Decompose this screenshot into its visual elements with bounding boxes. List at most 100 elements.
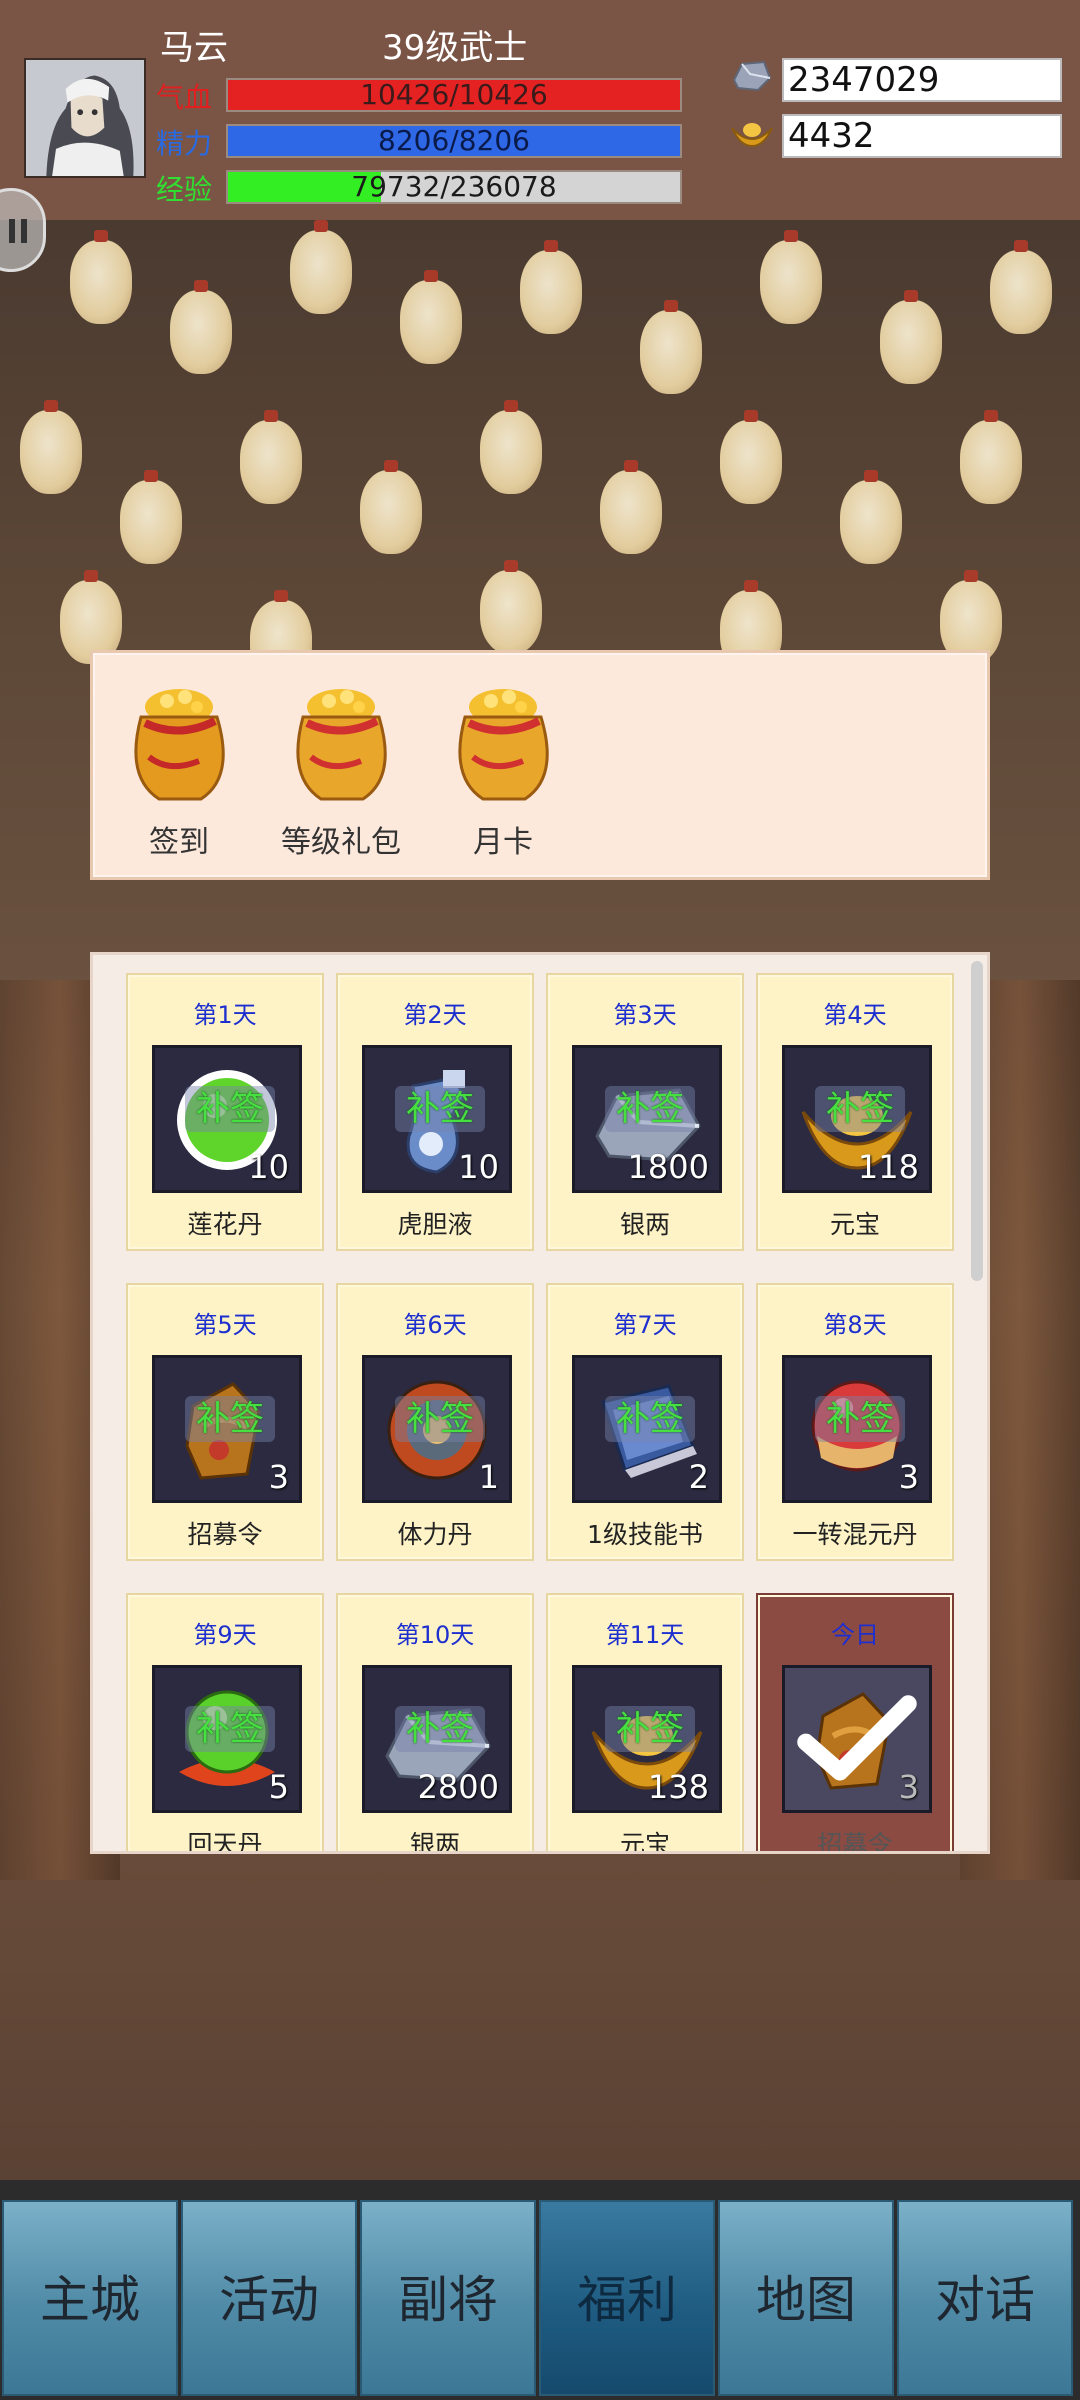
makeup-signin-badge[interactable]: 补签	[185, 1706, 275, 1752]
item-quantity: 1	[478, 1458, 499, 1496]
item-name: 莲花丹	[187, 1210, 263, 1239]
signin-day-5[interactable]: 第5天 补签 3 招募令	[126, 1283, 324, 1561]
nav-deputy[interactable]: 副将	[360, 2200, 536, 2396]
nav-main-city[interactable]: 主城	[2, 2200, 178, 2396]
day-label: 第1天	[193, 1001, 257, 1029]
item-frame: 补签 10	[362, 1045, 512, 1193]
silver-ingot-icon	[732, 60, 772, 92]
nav-activity[interactable]: 活动	[181, 2200, 357, 2396]
item-name: 虎胆液	[397, 1210, 473, 1239]
day-label: 第8天	[823, 1311, 887, 1339]
item-frame: 补签 5	[152, 1665, 302, 1813]
warrior-portrait-icon	[27, 60, 143, 176]
item-frame: 补签 3	[782, 1355, 932, 1503]
makeup-signin-badge[interactable]: 补签	[605, 1706, 695, 1752]
item-name: 招募令	[187, 1520, 263, 1549]
makeup-signin-badge[interactable]: 补签	[395, 1086, 485, 1132]
item-quantity: 118	[857, 1148, 919, 1186]
item-name: 一转混元丹	[792, 1520, 918, 1549]
item-quantity: 2800	[417, 1768, 499, 1806]
item-name: 体力丹	[397, 1520, 473, 1549]
tab-level-gift[interactable]: 等级礼包	[271, 677, 411, 861]
makeup-signin-badge[interactable]: 补签	[605, 1396, 695, 1442]
makeup-signin-badge[interactable]: 补签	[185, 1396, 275, 1442]
signin-day-today[interactable]: 今日 3 招募令	[756, 1593, 954, 1854]
item-frame: 补签 2800	[362, 1665, 512, 1813]
signin-day-1[interactable]: 第1天补签 10 莲花丹	[126, 973, 324, 1251]
item-quantity: 138	[647, 1768, 709, 1806]
tab-level-gift-label: 等级礼包	[281, 825, 401, 860]
tab-signin-label: 签到	[149, 825, 209, 860]
player-header: 马云 39级武士 气血 10426/10426 精力 8206/8206 经验 …	[0, 0, 1080, 220]
item-frame: 补签 3	[152, 1355, 302, 1503]
hp-label: 气血	[156, 81, 213, 114]
calendar-scrollbar[interactable]	[971, 961, 983, 1281]
gold-yuanbao-icon	[731, 123, 773, 148]
makeup-signin-badge[interactable]: 补签	[605, 1086, 695, 1132]
day-label: 今日	[831, 1621, 879, 1649]
signin-day-9[interactable]: 第9天 补签 5 回天丹	[126, 1593, 324, 1854]
signin-day-7[interactable]: 第7天 补签 2 1级技能书	[546, 1283, 744, 1561]
gold-amount: 4432	[782, 114, 1062, 158]
item-quantity: 1800	[627, 1148, 709, 1186]
signin-day-11[interactable]: 第11天 补签 138 元宝	[546, 1593, 744, 1851]
makeup-signin-badge[interactable]: 补签	[395, 1396, 485, 1442]
bottom-nav: 主城 活动 副将 福利 地图 对话	[0, 2180, 1080, 2400]
makeup-signin-badge[interactable]: 补签	[815, 1396, 905, 1442]
day-label: 第4天	[823, 1001, 887, 1029]
nav-welfare[interactable]: 福利	[539, 2200, 715, 2396]
signin-calendar: 第1天 补签 10 莲花丹 第2天 补签 10 虎胆液 第3天 补签 1800 银两 第4天 补签 118 元…	[90, 952, 990, 1854]
signin-day-4[interactable]: 第4天 补签 118 元宝	[756, 973, 954, 1251]
item-frame: 补签 1800	[572, 1045, 722, 1193]
makeup-signin-badge[interactable]: 补签	[395, 1706, 485, 1752]
mp-bar: 8206/8206	[226, 124, 682, 158]
makeup-signin-badge[interactable]: 补签	[815, 1086, 905, 1132]
mp-label: 精力	[156, 127, 213, 160]
item-quantity: 10	[458, 1148, 499, 1186]
item-name: 1级技能书	[587, 1520, 703, 1549]
tab-monthly-card[interactable]: 月卡	[433, 677, 573, 861]
item-quantity: 10	[248, 1148, 289, 1186]
player-name: 马云	[160, 28, 228, 68]
item-frame: 补签 10	[152, 1045, 302, 1193]
makeup-signin-badge[interactable]: 补签	[185, 1086, 275, 1132]
exp-bar: 79732/236078	[226, 170, 682, 204]
player-level-title: 39级武士	[382, 28, 528, 68]
exp-label: 经验	[156, 173, 213, 206]
exp-text: 79732/236078	[351, 170, 557, 203]
item-name: 回天丹	[187, 1830, 263, 1854]
item-name: 招募令	[817, 1830, 893, 1854]
player-avatar[interactable]	[24, 58, 146, 178]
mp-text: 8206/8206	[378, 124, 530, 157]
item-quantity: 3	[898, 1458, 919, 1496]
signin-day-3[interactable]: 第3天 补签 1800 银两	[546, 973, 744, 1251]
hp-bar: 10426/10426	[226, 78, 682, 112]
signin-day-10[interactable]: 第10天补签 2800 银两	[336, 1593, 534, 1854]
item-quantity: 5	[268, 1768, 289, 1806]
day-label: 第9天	[193, 1621, 257, 1649]
day-label: 第11天	[605, 1621, 685, 1649]
day-label: 第7天	[613, 1311, 677, 1339]
hp-text: 10426/10426	[360, 78, 548, 111]
signin-day-8[interactable]: 第8天补签 3 一转混元丹	[756, 1283, 954, 1561]
nav-map[interactable]: 地图	[718, 2200, 894, 2396]
day-label: 第2天	[403, 1001, 467, 1029]
item-name: 银两	[619, 1210, 670, 1239]
silver-amount: 2347029	[782, 58, 1062, 102]
item-name: 银两	[409, 1830, 460, 1854]
welfare-panel: 签到 等级礼包 月卡	[90, 650, 990, 880]
day-label: 第6天	[403, 1311, 467, 1339]
tab-signin[interactable]: 签到	[109, 677, 249, 861]
money-bag-icon	[134, 689, 225, 801]
item-frame: 补签 1	[362, 1355, 512, 1503]
tab-monthly-card-label: 月卡	[473, 825, 533, 860]
signin-day-2[interactable]: 第2天补签 10 虎胆液	[336, 973, 534, 1251]
item-frame: 补签 138	[572, 1665, 722, 1813]
day-label: 第10天	[395, 1621, 475, 1649]
item-frame: 3	[782, 1665, 932, 1813]
signin-day-6[interactable]: 第6天 补签 1 体力丹	[336, 1283, 534, 1561]
item-quantity: 3	[268, 1458, 289, 1496]
money-bag-icon	[296, 689, 387, 801]
item-frame: 补签 118	[782, 1045, 932, 1193]
nav-dialogue[interactable]: 对话	[897, 2200, 1073, 2396]
